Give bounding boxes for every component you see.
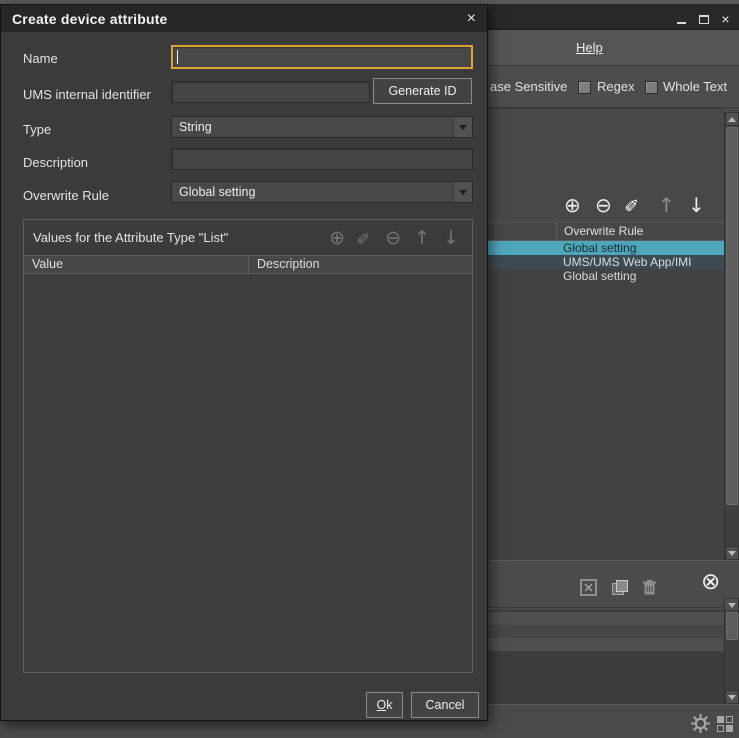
search-options-row: ase Sensitive Regex Whole Text <box>488 66 739 108</box>
ums-id-label: UMS internal identifier <box>23 87 151 102</box>
row-label: UMS/UMS Web App/IMI <box>563 255 691 269</box>
overwrite-rule-label: Overwrite Rule <box>23 188 109 203</box>
ok-button[interactable]: Ok <box>366 692 403 718</box>
copy-icon[interactable] <box>611 579 629 596</box>
generate-id-button[interactable]: Generate ID <box>373 78 472 104</box>
dropdown-arrow-icon[interactable] <box>453 182 472 202</box>
type-dropdown[interactable]: String <box>171 116 473 138</box>
dropdown-arrow-icon[interactable] <box>453 117 472 137</box>
table-row[interactable]: Global setting <box>488 269 724 283</box>
case-sensitive-label: ase Sensitive <box>490 66 567 108</box>
whole-text-label: Whole Text <box>663 66 727 108</box>
trash-icon[interactable] <box>642 579 657 596</box>
value-down-icon[interactable]: ↓ <box>443 225 459 251</box>
move-up-icon[interactable]: ↑ <box>658 192 675 218</box>
add-icon[interactable]: ⊕ <box>564 192 581 218</box>
scroll-down-button[interactable] <box>725 690 739 704</box>
attributes-table: Overwrite Rule Global setting UMS/UMS We… <box>488 222 724 560</box>
clear-circle-icon[interactable]: ⊗ <box>701 571 720 594</box>
create-device-attribute-dialog: Create device attribute × Name UMS inter… <box>0 4 488 721</box>
values-table-header: Value Description <box>24 255 472 274</box>
row-label: Global setting <box>563 269 636 283</box>
ums-id-input[interactable] <box>171 81 370 103</box>
scroll-down-icon <box>728 551 736 556</box>
values-toolbar: ⊕ ✎ ⊖ ↑ ↓ <box>329 225 459 251</box>
lower-scrollbar[interactable] <box>724 610 739 704</box>
scroll-down-button[interactable] <box>725 546 739 560</box>
values-group-title: Values for the Attribute Type "List" <box>33 230 228 245</box>
remove-value-icon[interactable]: ⊖ <box>385 225 401 251</box>
maximize-icon <box>699 15 709 24</box>
regex-checkbox[interactable] <box>578 81 591 94</box>
scroll-down-icon <box>728 603 736 608</box>
move-down-icon[interactable]: ↓ <box>688 192 705 218</box>
close-square-icon[interactable] <box>580 579 597 596</box>
edit-pencil-icon[interactable]: ✎ <box>621 197 647 212</box>
whole-text-checkbox[interactable] <box>645 81 658 94</box>
edit-value-icon[interactable]: ✎ <box>352 231 378 245</box>
minimize-button[interactable] <box>674 12 689 26</box>
list-row-stripe <box>488 625 724 638</box>
dialog-titlebar[interactable]: Create device attribute × <box>1 5 487 32</box>
help-toolbar: Help <box>488 30 739 66</box>
value-column-header[interactable]: Value <box>24 256 249 273</box>
lower-toolbar: ⊗ <box>488 560 739 608</box>
results-scrollbar[interactable] <box>724 112 739 560</box>
statusbar-icons <box>690 713 734 734</box>
scrollbar-thumb[interactable] <box>726 612 738 640</box>
overwrite-rule-column-header[interactable]: Overwrite Rule <box>556 223 724 240</box>
table-row[interactable]: UMS/UMS Web App/IMI <box>488 255 724 269</box>
remove-icon[interactable]: ⊖ <box>595 192 612 218</box>
dialog-title: Create device attribute <box>12 11 168 27</box>
window-close-button[interactable]: × <box>718 12 733 26</box>
help-button[interactable]: Help <box>576 40 603 55</box>
description-input[interactable] <box>171 148 473 170</box>
application-screen: × Help ase Sensitive Regex Whole Text ⊕ … <box>0 0 739 738</box>
scroll-down-icon <box>728 695 736 700</box>
attribute-toolbar: ⊕ ⊖ ✎ ↑ ↓ <box>488 190 724 220</box>
scroll-up-icon <box>728 117 736 122</box>
settings-gear-icon[interactable] <box>690 713 711 734</box>
type-selected-value: String <box>172 117 453 137</box>
name-label: Name <box>23 51 58 66</box>
text-caret <box>177 50 178 64</box>
cancel-button[interactable]: Cancel <box>411 692 479 718</box>
type-label: Type <box>23 122 51 137</box>
minimize-icon <box>677 22 686 24</box>
layout-grid-icon[interactable] <box>716 715 734 733</box>
add-value-icon[interactable]: ⊕ <box>329 225 345 251</box>
window-controls: × <box>674 12 733 26</box>
name-input[interactable] <box>171 45 473 69</box>
lower-list-panel <box>488 610 739 704</box>
overwrite-rule-selected-value: Global setting <box>172 182 453 202</box>
row-label: Global setting <box>563 241 636 255</box>
list-row-stripe <box>488 638 724 651</box>
table-header: Overwrite Rule <box>488 223 724 241</box>
values-group: Values for the Attribute Type "List" ⊕ ✎… <box>23 219 473 673</box>
table-row[interactable]: Global setting <box>488 241 724 255</box>
scroll-up-button[interactable] <box>725 112 739 126</box>
description-column-header[interactable]: Description <box>249 256 472 273</box>
description-label: Description <box>23 155 88 170</box>
values-table-body[interactable] <box>24 274 472 672</box>
value-up-icon[interactable]: ↑ <box>414 225 430 251</box>
maximize-button[interactable] <box>696 12 711 26</box>
overwrite-rule-dropdown[interactable]: Global setting <box>171 181 473 203</box>
dialog-close-icon[interactable]: × <box>467 11 476 27</box>
regex-label: Regex <box>597 66 635 108</box>
scrollbar-thumb[interactable] <box>726 127 738 505</box>
list-row-stripe <box>488 612 724 625</box>
